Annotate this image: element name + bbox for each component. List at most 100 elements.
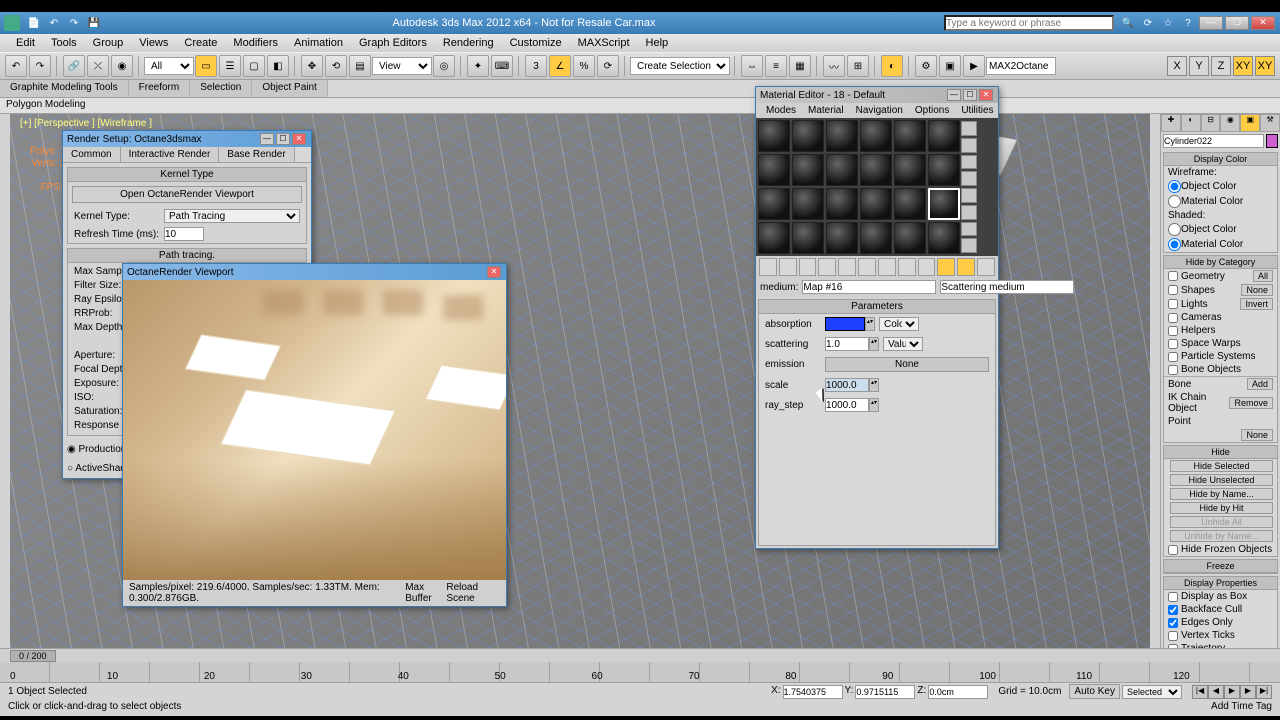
display-color-title[interactable]: Display Color [1164, 153, 1277, 166]
app-logo-icon[interactable] [4, 15, 20, 31]
menu-create[interactable]: Create [176, 37, 225, 49]
goto-start[interactable]: |◀ [1192, 685, 1208, 699]
material-slot[interactable] [860, 120, 892, 152]
select-by-mat-icon[interactable] [961, 238, 977, 253]
emission-none-button[interactable]: None [825, 357, 989, 372]
maximize-button[interactable]: ☐ [1225, 16, 1249, 30]
ribbon-tab-freeform[interactable]: Freeform [129, 80, 191, 97]
unhide-all[interactable]: Unhide All [1170, 516, 1273, 528]
search-icon[interactable]: 🔍 [1120, 15, 1136, 31]
octane-close[interactable]: ✕ [487, 266, 501, 278]
autokey-button[interactable]: Auto Key [1069, 684, 1120, 699]
prop-backface[interactable] [1168, 605, 1178, 615]
sample-type-icon[interactable] [961, 121, 977, 136]
key-selection[interactable]: Selected [1122, 685, 1182, 699]
mat-min[interactable]: — [947, 89, 961, 101]
open-octane-button[interactable]: Open OctaneRender Viewport [72, 186, 302, 203]
max-buffer[interactable]: Max Buffer [405, 582, 446, 604]
cat-helpers[interactable] [1168, 326, 1178, 336]
material-editor-button[interactable]: ◐ [881, 55, 903, 77]
manip-button[interactable]: ✦ [467, 55, 489, 77]
render-button[interactable]: ▶ [963, 55, 985, 77]
map-name-input[interactable] [802, 280, 936, 294]
options-icon[interactable] [961, 222, 977, 237]
axis-xy2[interactable]: XY [1255, 56, 1275, 76]
hide-title[interactable]: Hide [1164, 446, 1277, 459]
ribbon-tab-selection[interactable]: Selection [190, 80, 252, 97]
render-setup-button[interactable]: ⚙ [915, 55, 937, 77]
mat-menu-utilities[interactable]: Utilities [955, 105, 999, 116]
uv-tiling-icon[interactable] [961, 171, 977, 186]
show-end-result-icon[interactable] [937, 258, 955, 276]
material-id-icon[interactable] [898, 258, 916, 276]
hide-by-hit[interactable]: Hide by Hit [1170, 502, 1273, 514]
panel-tab-display[interactable]: ▣ [1240, 114, 1260, 132]
frame-indicator[interactable]: 0 / 200 [10, 650, 56, 662]
make-unique-icon[interactable] [858, 258, 876, 276]
axis-y[interactable]: Y [1189, 56, 1209, 76]
render-min[interactable]: — [260, 133, 274, 145]
help-search-input[interactable] [944, 15, 1114, 31]
get-material-icon[interactable] [759, 258, 777, 276]
named-selection[interactable]: Create Selection Se [630, 57, 730, 75]
material-slot[interactable] [758, 120, 790, 152]
link-button[interactable]: 🔗 [63, 55, 85, 77]
render-tab-common[interactable]: Common [63, 147, 121, 162]
material-slot[interactable] [928, 154, 960, 186]
prop-vticks[interactable] [1168, 631, 1178, 641]
map-type-input[interactable] [940, 280, 1074, 294]
put-to-library-icon[interactable] [878, 258, 896, 276]
rb-production[interactable]: ◉ Production [67, 444, 126, 455]
material-slot[interactable] [860, 154, 892, 186]
material-slot[interactable] [894, 188, 926, 220]
menu-views[interactable]: Views [131, 37, 176, 49]
scale-button[interactable]: ▤ [349, 55, 371, 77]
params-rollout[interactable]: Parameters [759, 300, 995, 314]
viewport-label[interactable]: [+] [Perspective ] [Wireframe ] [20, 118, 152, 129]
video-color-icon[interactable] [961, 188, 977, 203]
prev-frame[interactable]: ◀ [1208, 685, 1224, 699]
ribbon-tab-objectpaint[interactable]: Object Paint [252, 80, 327, 97]
menu-modifiers[interactable]: Modifiers [225, 37, 286, 49]
mat-menu-material[interactable]: Material [802, 105, 850, 116]
cat-geometry[interactable] [1168, 271, 1178, 281]
scale-spinner[interactable]: ▴▾ [869, 378, 879, 392]
curve-editor-button[interactable]: 〰 [823, 55, 845, 77]
prop-edges[interactable] [1168, 618, 1178, 628]
raystep-spinner[interactable]: ▴▾ [869, 398, 879, 412]
copy-icon[interactable] [838, 258, 856, 276]
interaction-mode[interactable] [986, 57, 1056, 75]
angle-snap-button[interactable]: ∠ [549, 55, 571, 77]
hide-unselected[interactable]: Hide Unselected [1170, 474, 1273, 486]
axis-x[interactable]: X [1167, 56, 1187, 76]
scattering-mode[interactable]: Value [883, 337, 923, 351]
snap-button[interactable]: 3 [525, 55, 547, 77]
ribbon-sub[interactable]: Polygon Modeling [0, 98, 1280, 114]
raystep-input[interactable] [825, 398, 869, 412]
redo-button[interactable]: ↷ [29, 55, 51, 77]
help-icon[interactable]: ? [1180, 15, 1196, 31]
hide-by-name[interactable]: Hide by Name... [1170, 488, 1273, 500]
select-name-button[interactable]: ☰ [219, 55, 241, 77]
user-add[interactable]: Add [1247, 378, 1273, 390]
minimize-button[interactable]: — [1199, 16, 1223, 30]
panel-tab-motion[interactable]: ◉ [1220, 114, 1240, 132]
selection-filter[interactable]: All [144, 57, 194, 75]
mat-menu-modes[interactable]: Modes [760, 105, 802, 116]
material-slot[interactable] [860, 222, 892, 254]
freeze-title[interactable]: Freeze [1164, 560, 1277, 573]
prop-traj[interactable] [1168, 644, 1178, 649]
hide-category-title[interactable]: Hide by Category [1164, 256, 1277, 269]
unhide-by-name[interactable]: Unhide by Name... [1170, 530, 1273, 542]
align-button[interactable]: ≡ [765, 55, 787, 77]
background-icon[interactable] [961, 155, 977, 170]
spinner-snap-button[interactable]: ⟳ [597, 55, 619, 77]
menu-rendering[interactable]: Rendering [435, 37, 502, 49]
render-tab-interactive[interactable]: Interactive Render [121, 147, 220, 162]
kernel-type-select[interactable]: Path Tracing [164, 209, 300, 223]
menu-grapheditors[interactable]: Graph Editors [351, 37, 435, 49]
save-icon[interactable]: 💾 [86, 15, 102, 31]
render-preview[interactable] [123, 280, 506, 580]
material-slot[interactable] [894, 154, 926, 186]
render-close[interactable]: ✕ [292, 133, 306, 145]
